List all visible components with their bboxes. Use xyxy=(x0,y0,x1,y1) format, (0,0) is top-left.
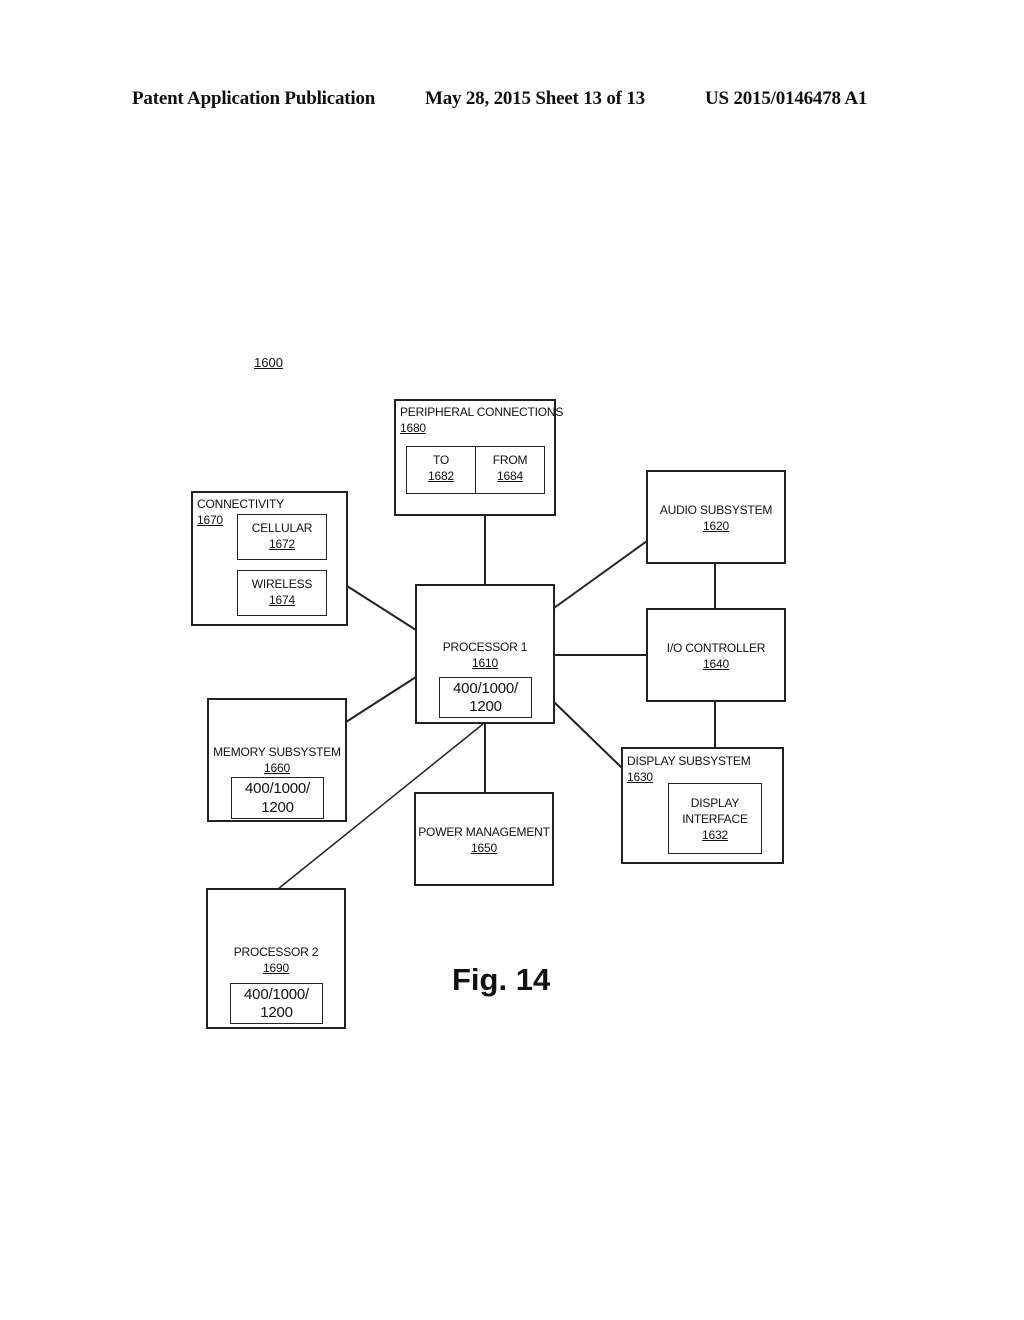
processor2-inner-box: 400/1000/ 1200 xyxy=(230,983,323,1024)
line-display-processor1 xyxy=(553,701,623,769)
connectivity-title: CONNECTIVITY xyxy=(197,497,284,511)
from-box: FROM 1684 xyxy=(475,446,545,494)
line-audio-processor1 xyxy=(553,540,648,609)
io-number: 1640 xyxy=(703,657,729,671)
line-memory-processor1 xyxy=(345,676,417,723)
processor1-number: 1610 xyxy=(472,656,498,670)
display-interface-line1: DISPLAY xyxy=(690,796,740,810)
processor1-inner-line1: 400/1000/ xyxy=(453,680,518,697)
cellular-title: CELLULAR xyxy=(251,521,313,535)
from-title: FROM xyxy=(492,453,528,467)
display-number: 1630 xyxy=(627,770,653,784)
display-title: DISPLAY SUBSYSTEM xyxy=(627,754,751,768)
processor1-inner-box: 400/1000/ 1200 xyxy=(439,677,532,718)
display-interface-box: DISPLAY INTERFACE 1632 xyxy=(668,783,762,854)
cellular-box: CELLULAR 1672 xyxy=(237,514,327,560)
memory-inner-line1: 400/1000/ xyxy=(245,780,310,797)
processor2-title: PROCESSOR 2 xyxy=(233,945,319,959)
to-box: TO 1682 xyxy=(406,446,476,494)
processor2-number: 1690 xyxy=(263,961,289,975)
power-title: POWER MANAGEMENT xyxy=(418,825,550,839)
to-number: 1682 xyxy=(428,469,454,483)
diagram-reference-number: 1600 xyxy=(254,355,283,370)
peripheral-number: 1680 xyxy=(400,421,426,435)
wireless-box: WIRELESS 1674 xyxy=(237,570,327,616)
io-title: I/O CONTROLLER xyxy=(666,641,766,655)
power-number: 1650 xyxy=(471,841,497,855)
display-interface-line2: INTERFACE xyxy=(682,812,748,826)
peripheral-title: PERIPHERAL CONNECTIONS xyxy=(400,405,564,419)
io-controller-box: I/O CONTROLLER 1640 xyxy=(646,608,786,702)
processor2-inner-line1: 400/1000/ xyxy=(244,986,309,1003)
processor2-inner-line2: 1200 xyxy=(260,1004,293,1021)
display-subsystem-box: DISPLAY SUBSYSTEM 1630 DISPLAY INTERFACE… xyxy=(621,747,784,864)
processor1-box: PROCESSOR 1 1610 400/1000/ 1200 xyxy=(415,584,555,724)
peripheral-connections-box: PERIPHERAL CONNECTIONS 1680 TO 1682 FROM… xyxy=(394,399,563,516)
memory-title: MEMORY SUBSYSTEM xyxy=(213,745,341,759)
power-management-box: POWER MANAGEMENT 1650 xyxy=(414,792,554,886)
display-interface-number: 1632 xyxy=(702,828,728,842)
memory-subsystem-box: MEMORY SUBSYSTEM 1660 400/1000/ 1200 xyxy=(207,698,347,822)
cellular-number: 1672 xyxy=(269,537,295,551)
audio-subsystem-box: AUDIO SUBSYSTEM 1620 xyxy=(646,470,786,564)
wireless-title: WIRELESS xyxy=(251,577,313,591)
audio-title: AUDIO SUBSYSTEM xyxy=(659,503,773,517)
figure-label: Fig. 14 xyxy=(452,962,551,997)
line-connectivity-processor1 xyxy=(346,585,417,631)
connectivity-number: 1670 xyxy=(197,513,223,527)
wireless-number: 1674 xyxy=(269,593,295,607)
connectivity-box: CONNECTIVITY 1670 CELLULAR 1672 WIRELESS… xyxy=(191,491,348,626)
from-number: 1684 xyxy=(497,469,523,483)
to-title: TO xyxy=(432,453,450,467)
processor2-box: PROCESSOR 2 1690 400/1000/ 1200 xyxy=(206,888,346,1029)
audio-number: 1620 xyxy=(703,519,729,533)
memory-number: 1660 xyxy=(264,761,290,775)
memory-inner-line2: 1200 xyxy=(261,799,294,816)
memory-inner-box: 400/1000/ 1200 xyxy=(231,777,324,819)
processor1-title: PROCESSOR 1 xyxy=(442,640,528,654)
processor1-inner-line2: 1200 xyxy=(469,698,502,715)
